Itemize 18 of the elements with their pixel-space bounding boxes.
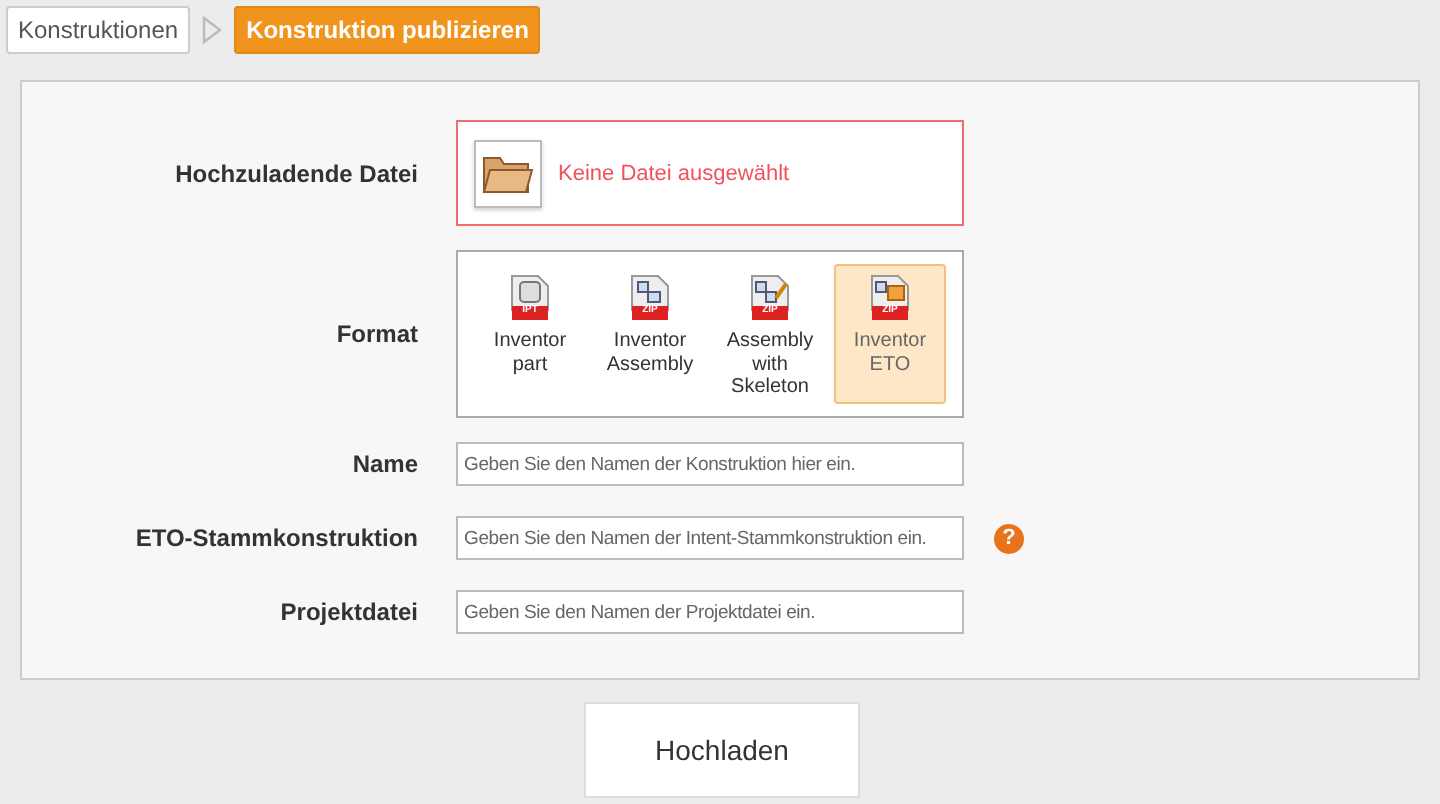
file-status: Keine Datei ausgewählt — [558, 161, 790, 185]
file-icon — [630, 274, 670, 322]
file-icon — [870, 274, 910, 322]
field-label: ETO-Stammkonstruktion — [133, 524, 420, 552]
text-field[interactable]: Geben Sie den Namen der Projektdatei ein. — [456, 590, 964, 634]
breadcrumb-item[interactable]: Konstruktionen — [6, 6, 191, 54]
browse-button[interactable] — [474, 139, 542, 207]
text-field[interactable]: Geben Sie den Namen der Intent-Stammkonstruktion ein. — [456, 516, 964, 560]
upload-button[interactable]: Hochladen — [584, 702, 860, 798]
field-label: Hochzuladende Datei — [173, 159, 420, 187]
folder-icon — [482, 151, 534, 195]
text-field[interactable]: Geben Sie den Namen der Konstruktion hier ein. — [456, 442, 964, 486]
field-label: Format — [334, 320, 420, 348]
field-label: Name — [350, 450, 420, 478]
field-label: Projektdatei — [278, 598, 420, 626]
chevron-icon — [202, 16, 223, 44]
file-icon — [750, 274, 790, 322]
file-icon — [510, 274, 550, 322]
